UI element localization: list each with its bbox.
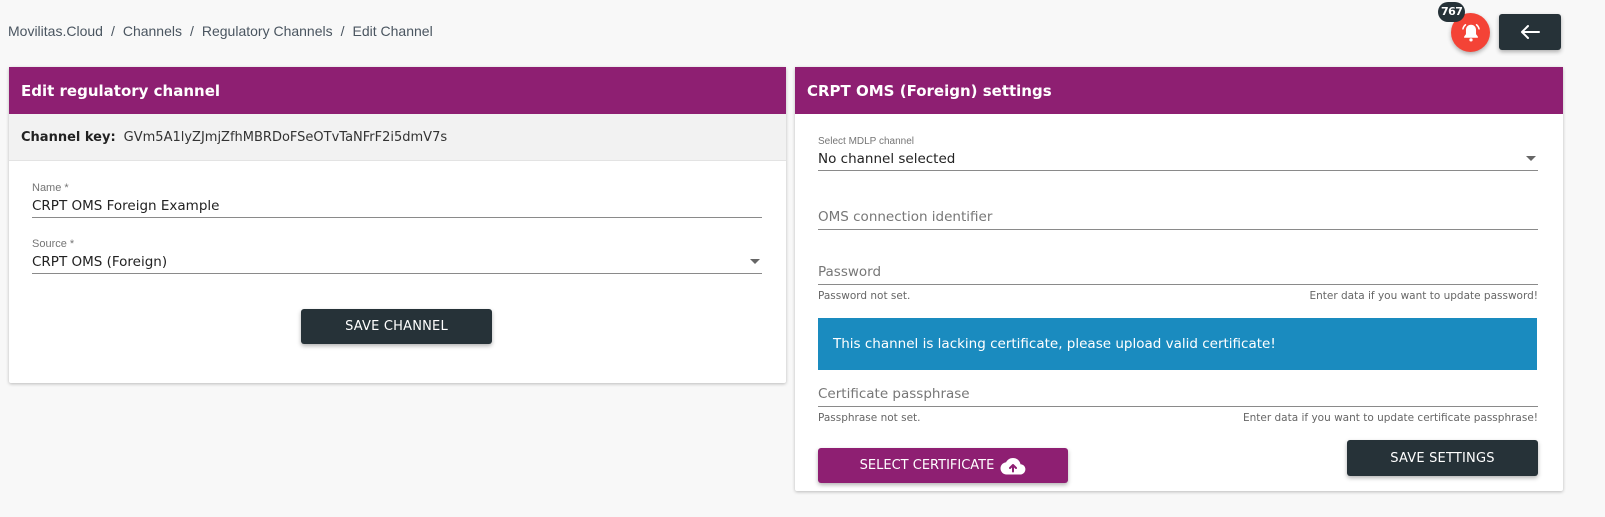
source-value: CRPT OMS (Foreign) (32, 254, 168, 270)
name-input[interactable]: CRPT OMS Foreign Example (32, 194, 762, 218)
certificate-warning-alert: This channel is lacking certificate, ple… (818, 318, 1537, 370)
settings-card: CRPT OMS (Foreign) settings Select MDLP … (795, 67, 1563, 491)
source-label: Source * (32, 238, 75, 250)
mdlp-channel-field[interactable]: Select MDLP channel No channel selected (818, 136, 1538, 171)
mdlp-channel-value: No channel selected (818, 151, 956, 167)
passphrase-hint-status: Passphrase not set. (818, 412, 921, 424)
name-label: Name * (32, 182, 69, 194)
channel-key-label: Channel key: (21, 129, 116, 145)
password-hint-status: Password not set. (818, 290, 911, 302)
chevron-down-icon (750, 259, 760, 264)
chevron-down-icon (1526, 156, 1536, 161)
passphrase-input[interactable]: Certificate passphrase (818, 383, 1538, 407)
passphrase-field[interactable]: Certificate passphrase (818, 383, 1538, 407)
password-hint-update: Enter data if you want to update passwor… (1309, 290, 1539, 302)
arrow-left-icon (1521, 25, 1540, 39)
save-settings-button[interactable]: SAVE SETTINGS (1347, 440, 1538, 476)
channel-key-row: Channel key: GVm5A1lyZJmjZfhMBRDoFSeOTvT… (9, 114, 786, 161)
breadcrumb: Movilitas.Cloud / Channels / Regulatory … (8, 23, 433, 39)
breadcrumb-separator: / (340, 23, 345, 39)
notification-count-badge: 767 (1438, 2, 1466, 22)
breadcrumb-item-channels[interactable]: Channels (123, 23, 182, 39)
breadcrumb-item-home[interactable]: Movilitas.Cloud (8, 23, 103, 39)
channel-key-value: GVm5A1lyZJmjZfhMBRDoFSeOTvTaNFrF2i5dmV7s (123, 129, 448, 145)
breadcrumb-item-regulatory-channels[interactable]: Regulatory Channels (202, 23, 333, 39)
breadcrumb-item-current: Edit Channel (352, 23, 433, 39)
mdlp-channel-select[interactable]: No channel selected (818, 147, 1538, 171)
mdlp-channel-label: Select MDLP channel (818, 136, 914, 147)
name-field[interactable]: Name * CRPT OMS Foreign Example (32, 182, 762, 218)
breadcrumb-separator: / (110, 23, 115, 39)
oms-identifier-field[interactable]: OMS connection identifier (818, 206, 1538, 230)
card-title: Edit regulatory channel (9, 67, 786, 114)
password-field[interactable]: Password (818, 261, 1538, 285)
select-certificate-label: SELECT CERTIFICATE (859, 458, 995, 473)
password-input[interactable]: Password (818, 261, 1538, 285)
select-certificate-button[interactable]: SELECT CERTIFICATE (818, 448, 1068, 483)
edit-channel-card: Edit regulatory channel Channel key: GVm… (9, 67, 786, 383)
passphrase-hint-update: Enter data if you want to update certifi… (1242, 412, 1538, 424)
source-select[interactable]: CRPT OMS (Foreign) (32, 250, 762, 274)
breadcrumb-separator: / (189, 23, 194, 39)
oms-identifier-input[interactable]: OMS connection identifier (818, 206, 1538, 230)
source-field[interactable]: Source * CRPT OMS (Foreign) (32, 238, 762, 274)
cloud-upload-icon (1000, 457, 1026, 474)
bell-icon (1461, 23, 1480, 42)
back-button[interactable] (1499, 14, 1561, 50)
save-channel-button[interactable]: SAVE CHANNEL (301, 309, 492, 344)
settings-card-title: CRPT OMS (Foreign) settings (795, 67, 1563, 114)
